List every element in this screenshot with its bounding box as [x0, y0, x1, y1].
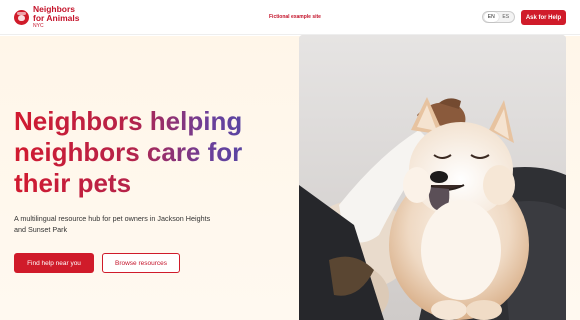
- lang-en-option[interactable]: EN: [484, 12, 499, 22]
- language-toggle: EN ES: [482, 11, 515, 23]
- headline-line-1: Neighbors helping: [14, 106, 243, 136]
- dog-logo-icon: [14, 9, 29, 25]
- fictional-notice: Fictional example site: [269, 14, 321, 20]
- hero-headline: Neighbors helping neighbors care for the…: [14, 106, 274, 199]
- headline-line-2: neighbors care for: [14, 137, 243, 167]
- hero-photo-dog: [299, 35, 566, 320]
- hero-subtext: A multilingual resource hub for pet owne…: [14, 214, 211, 234]
- find-help-button[interactable]: Find help near you: [14, 253, 94, 273]
- headline-line-3: their pets: [14, 168, 132, 198]
- logo-line-2: for Animals: [33, 13, 80, 23]
- logo-text: Neighbors for Animals NYC: [33, 5, 79, 29]
- ask-for-help-button[interactable]: Ask for Help: [521, 10, 566, 25]
- logo[interactable]: Neighbors for Animals NYC: [14, 5, 79, 29]
- lang-es-option[interactable]: ES: [499, 12, 514, 22]
- site-header: Neighbors for Animals NYC Fictional exam…: [0, 0, 580, 35]
- browse-resources-button[interactable]: Browse resources: [102, 253, 180, 273]
- logo-subtitle: NYC: [33, 23, 44, 29]
- dog-photo-illustration: [299, 35, 566, 320]
